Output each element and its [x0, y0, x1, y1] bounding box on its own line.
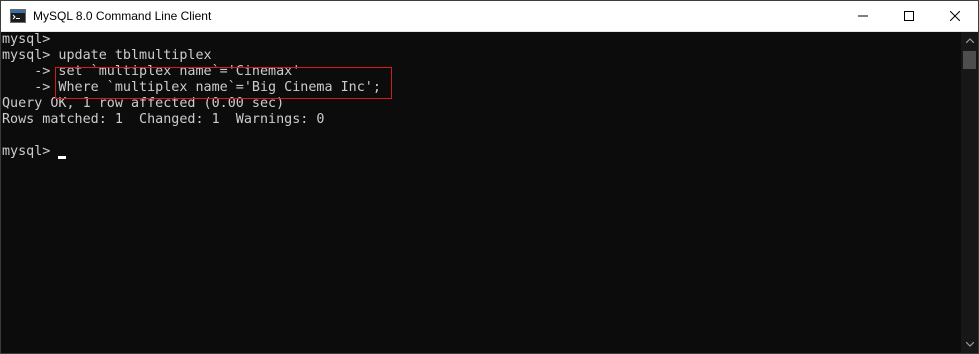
- console-prompt[interactable]: mysql>: [2, 144, 58, 160]
- console-window: MySQL 8.0 Command Line Client mysql> mys…: [0, 0, 979, 354]
- vertical-scrollbar[interactable]: [961, 32, 978, 353]
- maximize-button[interactable]: [886, 1, 932, 31]
- scroll-thumb[interactable]: [963, 51, 976, 69]
- maximize-icon: [904, 11, 914, 21]
- title-bar[interactable]: MySQL 8.0 Command Line Client: [1, 1, 978, 32]
- close-button[interactable]: [932, 1, 978, 31]
- window-title: MySQL 8.0 Command Line Client: [33, 9, 212, 23]
- console-line: mysql> update tblmultiplex: [2, 48, 212, 63]
- console-line: mysql>: [2, 32, 51, 47]
- highlight-annotation-box: [55, 67, 392, 99]
- console-app-icon[interactable]: [10, 9, 26, 23]
- scroll-up-button[interactable]: [961, 32, 978, 49]
- minimize-icon: [858, 15, 868, 17]
- scroll-down-button[interactable]: [961, 336, 978, 353]
- text-cursor: [58, 156, 66, 159]
- chevron-up-icon: [965, 38, 974, 43]
- close-icon: [950, 11, 960, 21]
- chevron-down-icon: [965, 342, 974, 347]
- minimize-button[interactable]: [840, 1, 886, 31]
- console-line: Rows matched: 1 Changed: 1 Warnings: 0: [2, 112, 325, 127]
